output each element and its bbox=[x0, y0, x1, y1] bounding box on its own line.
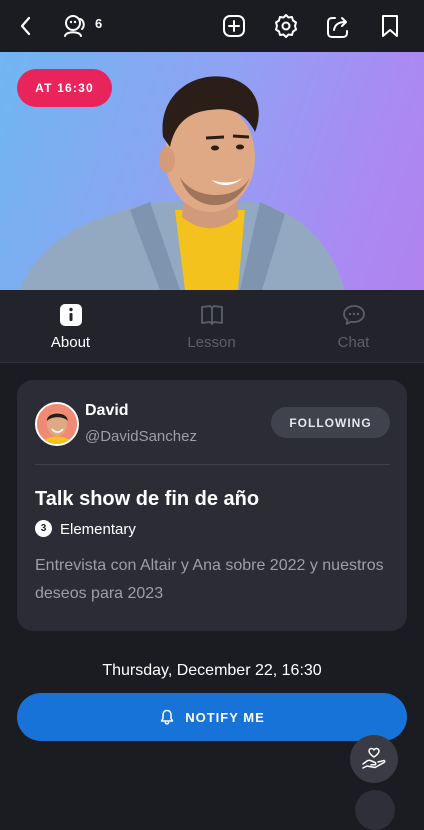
secondary-floating-button[interactable] bbox=[355, 790, 395, 830]
chat-icon bbox=[342, 303, 366, 327]
event-description: Entrevista con Altair y Ana sobre 2022 y… bbox=[35, 557, 384, 602]
tab-lesson[interactable]: Lesson bbox=[141, 290, 282, 362]
viewer-count: 6 bbox=[95, 16, 103, 31]
notify-me-button[interactable]: NOTIFY ME bbox=[17, 693, 407, 741]
tab-chat[interactable]: Chat bbox=[283, 290, 424, 362]
donate-button[interactable] bbox=[350, 735, 398, 783]
host-name[interactable]: David bbox=[85, 402, 129, 420]
level-label: Elementary bbox=[60, 521, 136, 538]
tab-lesson-label: Lesson bbox=[187, 334, 236, 351]
divider bbox=[35, 464, 390, 465]
following-button[interactable]: FOLLOWING bbox=[271, 407, 390, 438]
plus-square-icon[interactable] bbox=[220, 12, 248, 40]
tab-about[interactable]: About bbox=[0, 290, 141, 362]
chevron-left-icon[interactable] bbox=[12, 12, 40, 40]
event-title: Talk show de fin de año bbox=[35, 488, 260, 510]
book-icon bbox=[200, 303, 224, 327]
tab-chat-label: Chat bbox=[337, 334, 370, 351]
top-bar: 6 bbox=[0, 0, 424, 52]
hero-image: AT 16:30 bbox=[0, 52, 424, 290]
gear-icon[interactable] bbox=[272, 12, 300, 40]
avatar[interactable] bbox=[35, 402, 79, 446]
start-time-badge: AT 16:30 bbox=[17, 69, 112, 107]
info-icon bbox=[59, 303, 83, 327]
event-card: David @DavidSanchez FOLLOWING Talk show … bbox=[17, 380, 407, 631]
bookmark-icon[interactable] bbox=[376, 12, 404, 40]
event-date: Thursday, December 22, 16:30 bbox=[102, 662, 322, 679]
share-icon[interactable] bbox=[324, 12, 352, 40]
tab-bar: About Lesson Chat bbox=[0, 290, 424, 363]
hand-heart-icon bbox=[362, 747, 386, 769]
bell-icon bbox=[160, 709, 174, 725]
notify-me-label: NOTIFY ME bbox=[185, 709, 265, 725]
tab-about-label: About bbox=[50, 334, 91, 351]
viewers-icon[interactable] bbox=[60, 12, 88, 40]
level-badge: 3 bbox=[35, 520, 52, 537]
host-handle: @DavidSanchez bbox=[85, 428, 197, 445]
